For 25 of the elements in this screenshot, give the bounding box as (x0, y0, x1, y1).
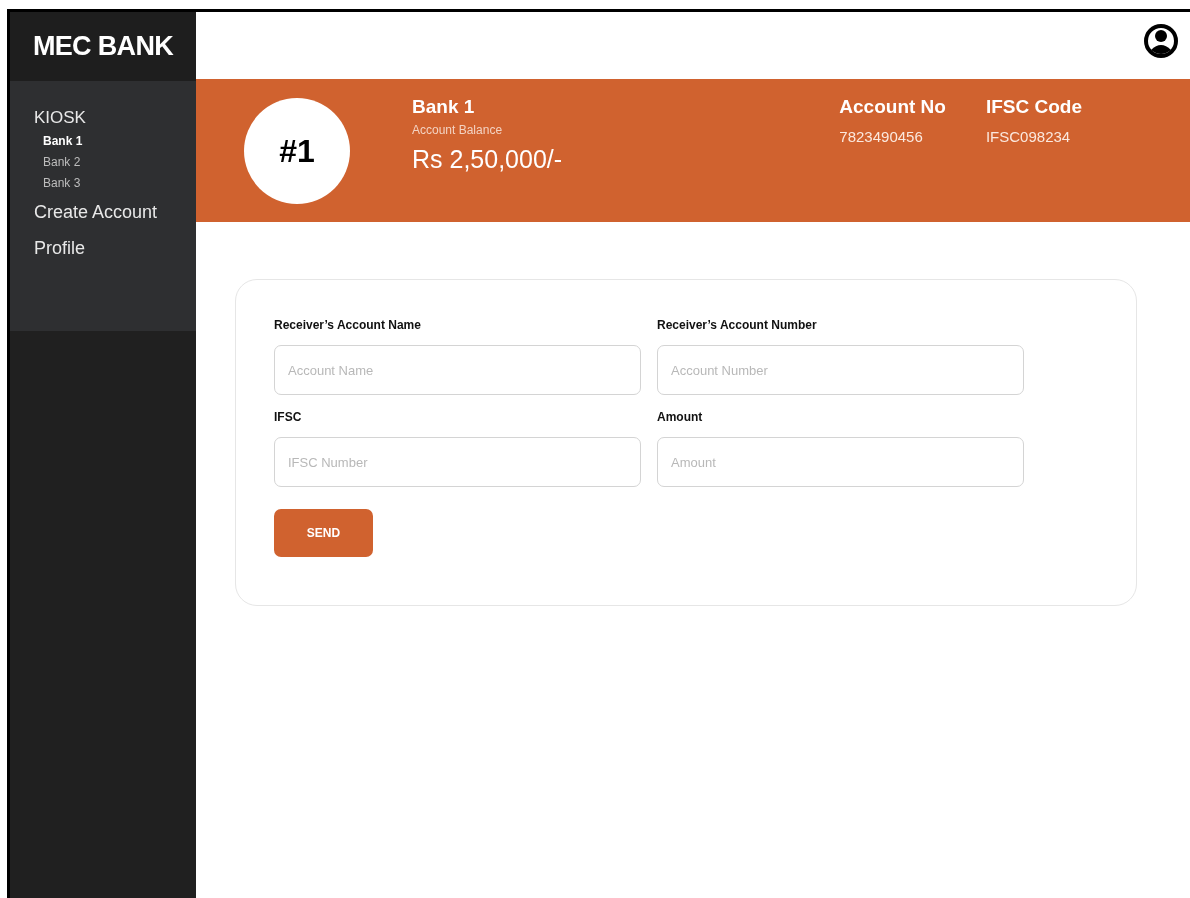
field-label: IFSC (274, 409, 303, 426)
detail-label: IFSC Code (985, 95, 1082, 119)
sidebar-subitem[interactable]: Bank 2 (43, 152, 81, 173)
detail-value: IFSC098234 (985, 126, 1072, 147)
field-label: Receiver’s Account Name (274, 317, 422, 334)
input-field[interactable]: IFSC Number (274, 437, 641, 487)
sidebar-subitem[interactable]: Bank 1 (43, 131, 83, 152)
sidebar-item[interactable]: Create Account (34, 194, 158, 230)
sidebar-subitem[interactable]: Bank 3 (43, 173, 81, 194)
balance-label: Account Balance (412, 122, 504, 139)
bank-name: Bank 1 (412, 94, 476, 119)
send-button[interactable]: SEND (274, 509, 373, 557)
input-field[interactable]: Account Number (657, 345, 1024, 395)
account-balance: Rs 2,50,000/- (412, 144, 563, 175)
bank-badge: #1 (244, 97, 350, 204)
brand-title: MEC BANK (32, 30, 174, 64)
sidebar-item[interactable]: Profile (34, 230, 86, 266)
user-profile-icon[interactable] (1144, 22, 1178, 60)
detail-label: Account No (839, 95, 946, 119)
input-field[interactable]: Amount (657, 437, 1024, 487)
field-label: Amount (657, 409, 704, 426)
sidebar-item[interactable]: KIOSK (34, 105, 86, 131)
field-label: Receiver’s Account Number (657, 317, 818, 334)
input-field[interactable]: Account Name (274, 345, 641, 395)
detail-value: 7823490456 (839, 126, 924, 147)
